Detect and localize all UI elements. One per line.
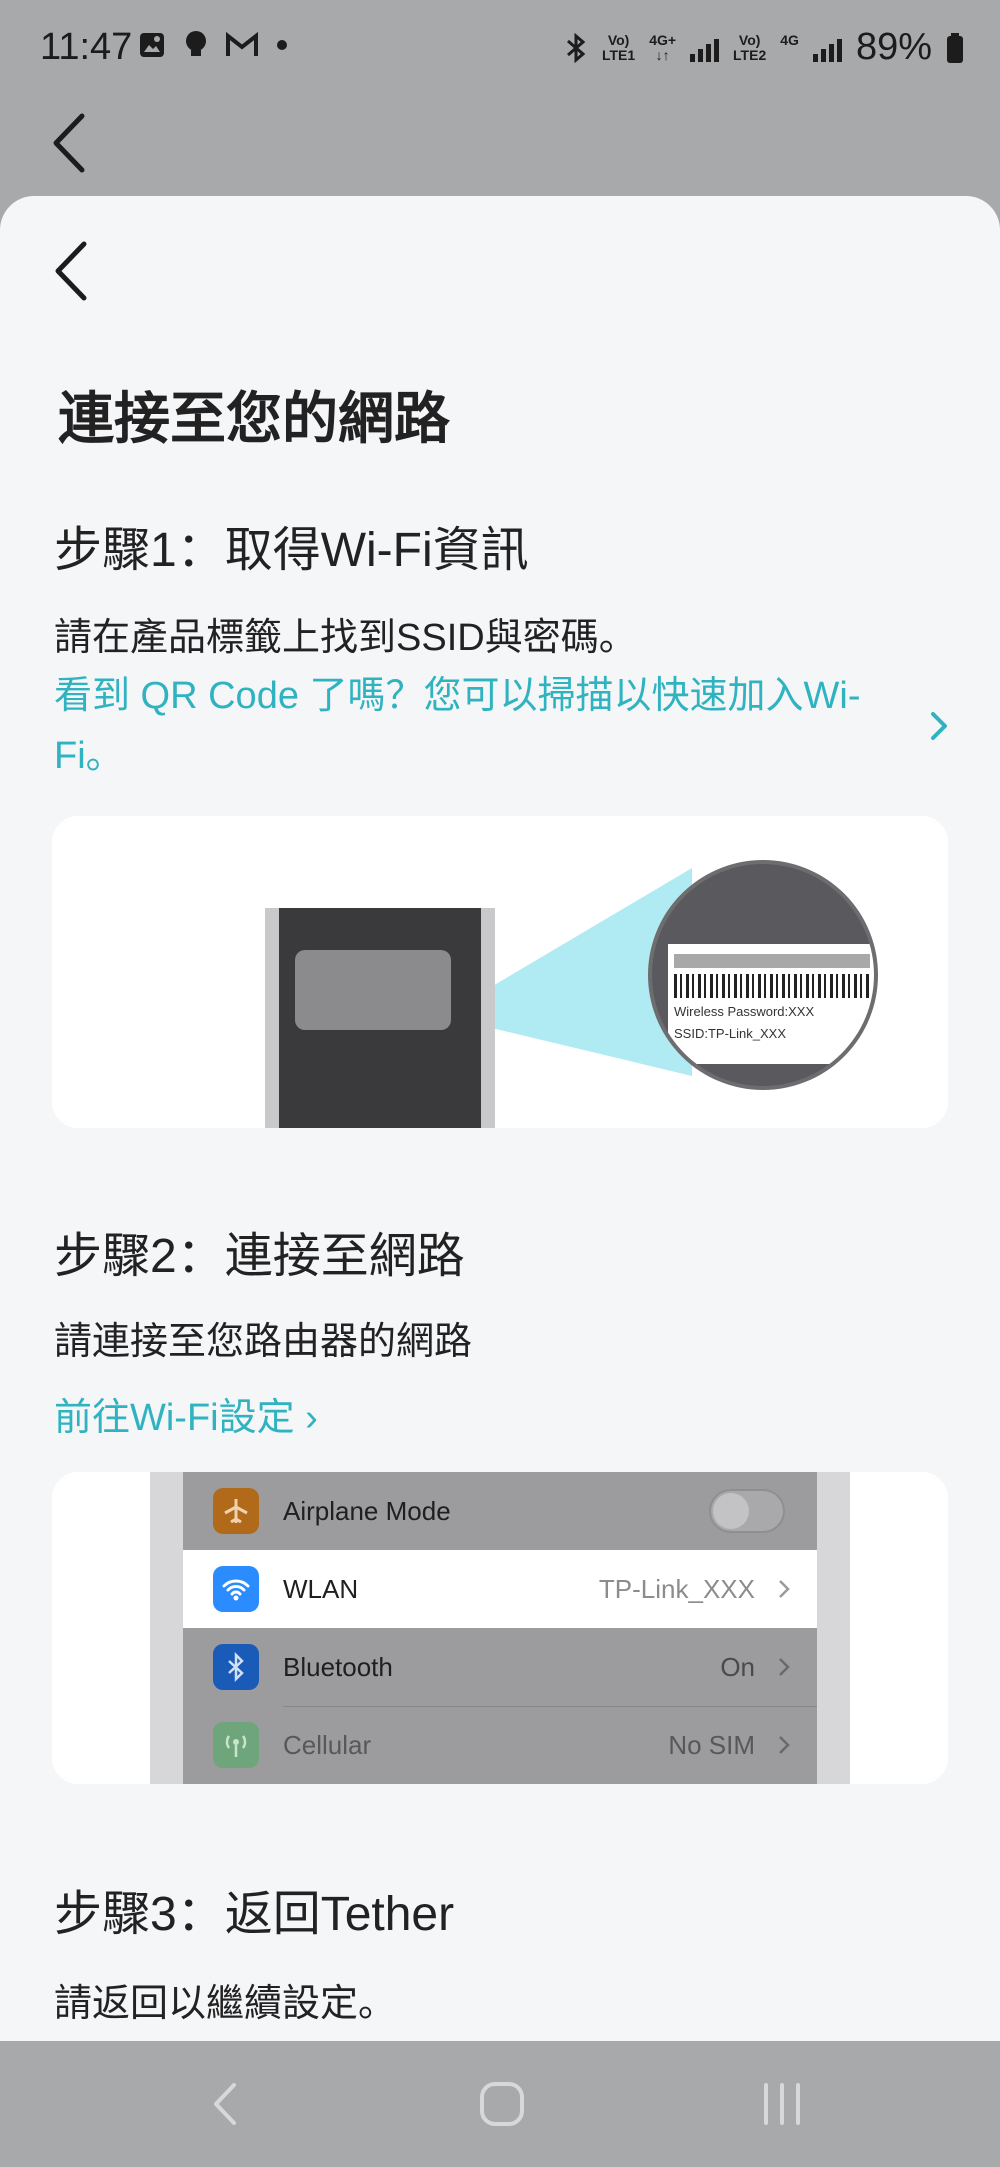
airplane-icon — [213, 1488, 259, 1534]
settings-illustration: Airplane Mode WLAN TP-Link_XXX Bluetooth — [52, 1472, 948, 1784]
step2-title: 步驟2：連接至網路 — [54, 1230, 465, 1283]
chevron-right-icon — [931, 712, 947, 740]
sim1-volte: Vo) LTE1 — [601, 31, 636, 63]
dot-icon — [277, 40, 287, 50]
bottom-sheet: 連接至您的網路 步驟1：取得Wi-Fi資訊 請在產品標籤上找到SSID與密碼。 … — [0, 196, 1000, 2041]
chevron-right-icon — [779, 1736, 790, 1754]
airplane-toggle — [709, 1489, 785, 1533]
status-bar: 11:47 Vo) LTE1 4G+ ↓↑ Vo) LTE2 4G 89% — [0, 0, 1000, 96]
nav-recents-icon[interactable] — [752, 2077, 812, 2131]
step3-title: 步驟3：返回Tether — [54, 1888, 455, 1941]
back-arrow-icon[interactable] — [44, 108, 104, 178]
label-zoom-circle: Wireless Password:XXX SSID:TP-Link_XXX — [648, 860, 878, 1090]
signal-icon-1 — [690, 34, 720, 62]
step2-description: 請連接至您路由器的網路 — [54, 1321, 473, 1363]
label-ssid-text: SSID:TP-Link_XXX — [674, 1026, 786, 1041]
barcode — [674, 974, 870, 998]
phone-settings-image: Airplane Mode WLAN TP-Link_XXX Bluetooth — [150, 1472, 850, 1784]
bluetooth-icon — [567, 32, 586, 63]
settings-row-airplane: Airplane Mode — [183, 1472, 817, 1550]
wifi-settings-link[interactable]: 前往Wi-Fi設定 › — [54, 1386, 318, 1441]
sim2-network: 4G — [780, 31, 799, 48]
sim1-network: 4G+ ↓↑ — [649, 31, 677, 63]
status-right: Vo) LTE1 4G+ ↓↑ Vo) LTE2 4G 89% — [564, 26, 964, 69]
notification-icons — [138, 30, 288, 60]
chevron-right-icon — [779, 1658, 790, 1676]
battery-icon — [947, 32, 963, 63]
chevron-right-icon — [779, 1580, 790, 1598]
battery-percent: 89% — [855, 26, 932, 68]
bluetooth-icon — [213, 1644, 259, 1690]
lightbulb-icon — [186, 31, 206, 56]
settings-screen: Airplane Mode WLAN TP-Link_XXX Bluetooth — [183, 1472, 817, 1784]
nav-back-icon[interactable] — [196, 2077, 256, 2131]
scan-qr-link[interactable]: 看到 QR Code 了嗎？您可以掃描以快速加入Wi-Fi。 — [54, 666, 954, 786]
step1-title: 步驟1：取得Wi-Fi資訊 — [54, 524, 529, 577]
scan-qr-link-text: 看到 QR Code 了嗎？您可以掃描以快速加入Wi-Fi。 — [54, 675, 861, 777]
gallery-icon — [140, 33, 164, 57]
label-password-text: Wireless Password:XXX — [674, 1004, 815, 1019]
product-label — [295, 950, 451, 1030]
sheet-back-button[interactable] — [46, 236, 106, 306]
gmail-icon — [226, 32, 258, 56]
router-device-image — [265, 908, 495, 1128]
step1-description: 請在產品標籤上找到SSID與密碼。 — [54, 617, 637, 659]
wifi-icon — [213, 1566, 259, 1612]
step3-description: 請返回以繼續設定。 — [54, 1983, 397, 2025]
page-title: 連接至您的網路 — [58, 387, 450, 450]
nav-home-icon[interactable] — [472, 2077, 532, 2131]
system-nav-bar — [0, 2041, 1000, 2167]
label-illustration: Wireless Password:XXX SSID:TP-Link_XXX — [52, 816, 948, 1128]
signal-icon-2 — [812, 34, 842, 62]
clock: 11:47 — [40, 26, 133, 68]
settings-row-wlan: WLAN TP-Link_XXX — [183, 1550, 817, 1628]
sim2-volte: Vo) LTE2 — [733, 31, 767, 63]
settings-row-cellular: Cellular No SIM — [183, 1706, 817, 1784]
cellular-icon — [213, 1722, 259, 1768]
settings-row-bluetooth: Bluetooth On — [183, 1628, 817, 1706]
